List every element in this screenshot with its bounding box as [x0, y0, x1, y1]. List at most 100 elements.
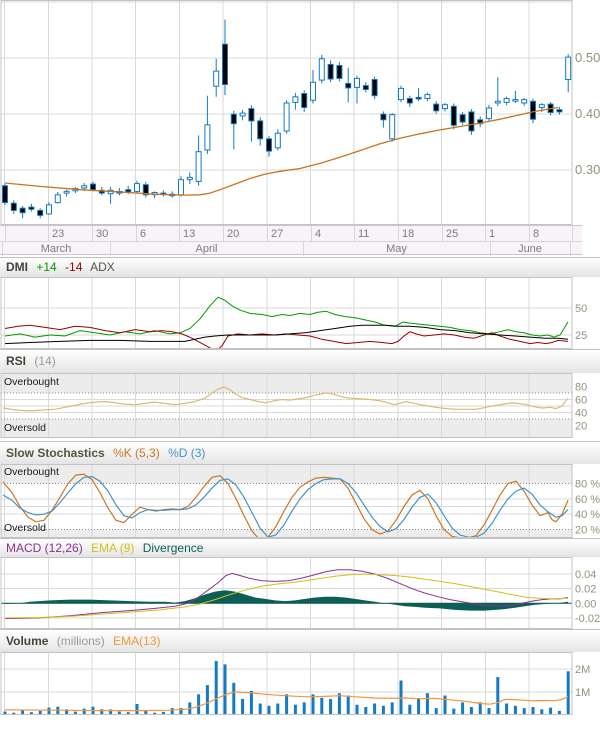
- volume-bar: [320, 698, 323, 715]
- price-candlestick-chart: 0.500.400.30: [0, 0, 600, 225]
- month-axis-row: MarchAprilMayJune: [0, 241, 582, 256]
- dmi-title: DMI: [6, 260, 28, 274]
- volume-bar: [479, 702, 482, 715]
- macd-chart: 0.040.020.00-0.02: [0, 557, 600, 629]
- dmi-series-+DI: [5, 297, 568, 337]
- stoch-y-axis-label: 40 %: [575, 509, 600, 521]
- candlestick: [487, 108, 492, 119]
- vol-y-axis-label: 1M: [575, 687, 590, 699]
- week-tick: [485, 226, 486, 241]
- dmi-series--DI: [5, 325, 568, 349]
- rsi-y-axis-label: 40: [575, 408, 587, 420]
- week-tick: [529, 226, 530, 241]
- stoch-y-axis-label: 20 %: [575, 525, 600, 537]
- candlestick: [223, 44, 228, 84]
- week-tick: [92, 226, 93, 241]
- stochastics-panel-header: Slow Stochastics %K (5,3) %D (3): [0, 441, 600, 464]
- rsi-oversold-label: Oversold: [4, 423, 46, 434]
- candlestick: [214, 71, 219, 86]
- candlestick: [522, 100, 527, 103]
- candlestick: [504, 99, 509, 103]
- macd-y-axis-label: -0.02: [575, 613, 600, 625]
- candlestick: [363, 86, 368, 90]
- volume-bar: [488, 708, 491, 715]
- week-label: 13: [183, 227, 195, 241]
- candlestick: [513, 100, 518, 102]
- candlestick: [47, 205, 52, 214]
- candlestick: [64, 191, 69, 193]
- price-y-axis-label: 0.40: [575, 106, 600, 121]
- volume-bar: [224, 664, 227, 715]
- rsi-y-axis-label: 20: [575, 421, 587, 433]
- candlestick: [267, 139, 272, 151]
- candlestick: [495, 101, 500, 103]
- price-y-axis-label: 0.30: [575, 162, 600, 177]
- vol-y-axis-label: 2M: [575, 664, 590, 676]
- week-tick: [179, 226, 180, 241]
- volume-bar: [232, 683, 235, 715]
- candlestick: [179, 180, 184, 195]
- candlestick: [557, 110, 562, 112]
- candlestick: [407, 99, 412, 104]
- volume-bar: [470, 707, 473, 715]
- volume-bar: [56, 707, 59, 715]
- week-tick: [398, 226, 399, 241]
- candlestick: [55, 195, 60, 203]
- volume-bar: [514, 706, 517, 715]
- volume-bar: [532, 707, 535, 715]
- dmi-y-axis-label: 50: [575, 303, 587, 315]
- volume-bar: [373, 704, 376, 716]
- volume-bar: [285, 694, 288, 715]
- volume-bar: [303, 702, 306, 715]
- week-label: 25: [446, 227, 458, 241]
- candlestick: [346, 83, 351, 88]
- week-tick: [311, 226, 312, 241]
- week-label: 27: [271, 227, 283, 241]
- volume-bar: [435, 708, 438, 715]
- candlestick: [460, 115, 465, 122]
- volume-bar: [206, 685, 209, 715]
- volume-bar: [215, 661, 218, 715]
- candlestick: [91, 184, 96, 190]
- week-label: 18: [402, 227, 414, 241]
- volume-bar: [276, 704, 279, 716]
- month-label: June: [490, 242, 570, 256]
- dmi-legend-adx: ADX: [90, 260, 115, 274]
- candlestick: [443, 105, 448, 109]
- dmi-series-ADX: [5, 325, 568, 343]
- volume-bar: [312, 694, 315, 715]
- week-tick: [48, 226, 49, 241]
- volume-bar: [426, 693, 429, 715]
- stochastics-chart: 80 % 60 % 40 % 20 %: [0, 464, 600, 538]
- week-tick: [223, 226, 224, 241]
- volume-bar: [356, 705, 359, 715]
- dmi-chart: 5025: [0, 277, 600, 349]
- volume-bar: [329, 699, 332, 715]
- candlestick: [293, 97, 298, 103]
- stochastics-title: Slow Stochastics: [6, 446, 105, 460]
- stoch-y-axis-label: 80 %: [575, 479, 600, 491]
- rsi-overbought-label: Overbought: [4, 377, 59, 388]
- week-label: 6: [140, 227, 146, 241]
- candlestick: [275, 133, 280, 148]
- rsi-y-axis-label: 60: [575, 395, 587, 407]
- week-label: 23: [52, 227, 64, 241]
- candlestick: [11, 203, 16, 210]
- date-axis: 23306132027411182518 MarchAprilMayJune: [0, 225, 582, 255]
- candlestick: [231, 114, 236, 124]
- volume-bar: [382, 706, 385, 715]
- candlestick: [302, 94, 307, 108]
- week-label: 11: [358, 227, 369, 241]
- volume-bar: [347, 696, 350, 716]
- candlestick: [135, 184, 140, 192]
- candlestick: [240, 113, 245, 116]
- macd-y-axis-label: 0.00: [575, 598, 596, 610]
- stochastics-legend-k: %K (5,3): [113, 446, 160, 460]
- candlestick: [434, 104, 439, 111]
- stoch-y-axis-label: 60 %: [575, 494, 600, 506]
- candlestick: [531, 101, 536, 119]
- month-label: March: [2, 242, 110, 256]
- week-label: 30: [96, 227, 108, 241]
- volume-bar: [171, 708, 174, 715]
- candlestick: [187, 177, 192, 179]
